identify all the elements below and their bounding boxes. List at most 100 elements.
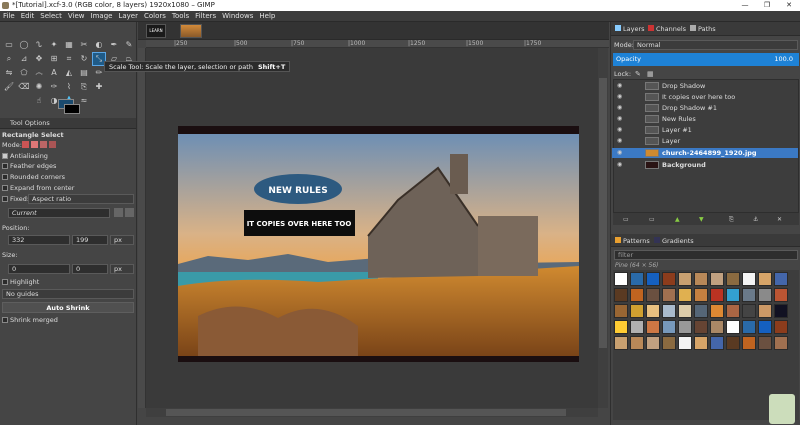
mode-subtract-icon[interactable] <box>40 141 47 148</box>
pattern-swatch[interactable] <box>614 288 628 302</box>
visibility-eye-icon[interactable]: ◉ <box>617 136 622 146</box>
lock-alpha-icon[interactable]: ▦ <box>647 70 654 78</box>
new-layer-icon[interactable]: ▭ <box>623 216 629 223</box>
eraser-icon[interactable]: ⌫ <box>18 81 30 93</box>
pattern-swatch[interactable] <box>726 304 740 318</box>
pattern-swatch[interactable] <box>678 336 692 350</box>
measure-icon[interactable]: ⊿ <box>18 53 30 65</box>
visibility-eye-icon[interactable]: ◉ <box>617 160 622 170</box>
pattern-swatch[interactable] <box>710 288 724 302</box>
layer-row[interactable]: ◉ Layer <box>612 136 798 146</box>
pattern-swatch[interactable] <box>742 288 756 302</box>
pattern-swatch[interactable] <box>630 288 644 302</box>
pattern-swatch[interactable] <box>774 272 788 286</box>
warp-icon[interactable]: ෴ <box>33 67 45 79</box>
pattern-swatch[interactable] <box>726 336 740 350</box>
menu-edit[interactable]: Edit <box>18 11 38 22</box>
pattern-filter-input[interactable]: filter <box>614 250 798 260</box>
layer-row[interactable]: ◉ Drop Shadow <box>612 81 798 91</box>
menu-windows[interactable]: Windows <box>219 11 256 22</box>
visibility-eye-icon[interactable]: ◉ <box>617 103 622 113</box>
pattern-swatch[interactable] <box>726 272 740 286</box>
menu-tools[interactable]: Tools <box>169 11 192 22</box>
pattern-swatch[interactable] <box>742 272 756 286</box>
pattern-swatch[interactable] <box>758 272 772 286</box>
current-field[interactable]: Current <box>8 208 110 218</box>
tab-patterns[interactable]: Patterns <box>615 237 650 245</box>
vertical-scrollbar[interactable] <box>598 48 608 408</box>
pattern-swatch[interactable] <box>758 320 772 334</box>
shrink-merged-option[interactable]: Shrink merged <box>2 316 58 324</box>
pattern-swatch[interactable] <box>614 304 628 318</box>
feather-option[interactable]: Feather edges <box>2 162 56 170</box>
pattern-swatch[interactable] <box>774 320 788 334</box>
layer-row[interactable]: ◉ It copies over here too <box>612 92 798 102</box>
tab-channels[interactable]: Channels <box>648 25 686 33</box>
pattern-swatch[interactable] <box>758 336 772 350</box>
pattern-swatch[interactable] <box>694 320 708 334</box>
anchor-layer-icon[interactable]: ⚓ <box>753 216 758 223</box>
menu-view[interactable]: View <box>65 11 88 22</box>
text-icon[interactable]: A <box>48 67 60 79</box>
mode-add-icon[interactable] <box>31 141 38 148</box>
expand-option[interactable]: Expand from center <box>2 184 74 192</box>
tab-paths[interactable]: Paths <box>690 25 716 33</box>
tab-gradients[interactable]: Gradients <box>654 237 694 245</box>
pattern-swatch[interactable] <box>630 336 644 350</box>
pattern-swatch[interactable] <box>678 320 692 334</box>
pattern-swatch[interactable] <box>646 272 660 286</box>
position-x-input[interactable]: 332 <box>8 235 70 245</box>
ink-icon[interactable]: ✑ <box>48 81 60 93</box>
rounded-option[interactable]: Rounded corners <box>2 173 65 181</box>
position-unit-dropdown[interactable]: px <box>110 235 134 245</box>
maximize-button[interactable]: ❐ <box>756 0 778 11</box>
fixed-dropdown[interactable]: Aspect ratio <box>28 194 134 204</box>
highlight-option[interactable]: Highlight <box>2 278 39 286</box>
mypaint-brush-icon[interactable]: ⌇ <box>63 81 75 93</box>
pattern-swatch[interactable] <box>662 272 676 286</box>
size-unit-dropdown[interactable]: px <box>110 264 134 274</box>
flip-icon[interactable]: ⇋ <box>3 67 15 79</box>
mode-intersect-icon[interactable] <box>49 141 56 148</box>
pattern-swatch[interactable] <box>678 288 692 302</box>
paths-icon[interactable]: ✒ <box>108 39 120 51</box>
pattern-swatch[interactable] <box>694 288 708 302</box>
background-color-swatch[interactable] <box>64 104 80 114</box>
pattern-swatch[interactable] <box>774 304 788 318</box>
pattern-swatch[interactable] <box>630 304 644 318</box>
ellipse-select-icon[interactable]: ◯ <box>18 39 30 51</box>
layer-row[interactable]: ◉ New Rules <box>612 114 798 124</box>
smudge-icon[interactable]: ☝ <box>33 95 45 107</box>
airbrush-icon[interactable]: ✺ <box>33 81 45 93</box>
delete-layer-icon[interactable]: ✕ <box>777 216 782 223</box>
pattern-swatch[interactable] <box>710 336 724 350</box>
blend-icon[interactable]: ▤ <box>78 67 90 79</box>
menu-filters[interactable]: Filters <box>192 11 219 22</box>
feather-checkbox[interactable] <box>2 163 8 169</box>
layer-row[interactable]: ◉ Drop Shadow #1 <box>612 103 798 113</box>
pattern-swatch[interactable] <box>758 288 772 302</box>
align-icon[interactable]: ⊞ <box>48 53 60 65</box>
pattern-swatch[interactable] <box>614 272 628 286</box>
pattern-swatch[interactable] <box>662 336 676 350</box>
layer-mode-dropdown[interactable]: Normal <box>633 40 798 50</box>
visibility-eye-icon[interactable]: ◉ <box>617 148 622 158</box>
tab-layers[interactable]: Layers <box>615 25 645 33</box>
pattern-swatch[interactable] <box>678 304 692 318</box>
fixed-checkbox[interactable] <box>2 196 8 202</box>
pattern-swatch[interactable] <box>774 288 788 302</box>
rect-select-icon[interactable]: ▭ <box>3 39 15 51</box>
menu-layer[interactable]: Layer <box>115 11 141 22</box>
expand-checkbox[interactable] <box>2 185 8 191</box>
size-w-input[interactable]: 0 <box>8 264 70 274</box>
highlight-checkbox[interactable] <box>2 279 8 285</box>
pattern-swatch[interactable] <box>694 272 708 286</box>
layer-row[interactable]: ◉ Layer #1 <box>612 125 798 135</box>
pattern-swatch[interactable] <box>694 304 708 318</box>
new-layer-group-icon[interactable]: ▭ <box>649 216 655 223</box>
cage-icon[interactable]: ⬠ <box>18 67 30 79</box>
menu-help[interactable]: Help <box>256 11 278 22</box>
pattern-swatch[interactable] <box>614 336 628 350</box>
image-tab-thumb-2[interactable] <box>180 24 202 38</box>
pattern-swatch[interactable] <box>694 336 708 350</box>
